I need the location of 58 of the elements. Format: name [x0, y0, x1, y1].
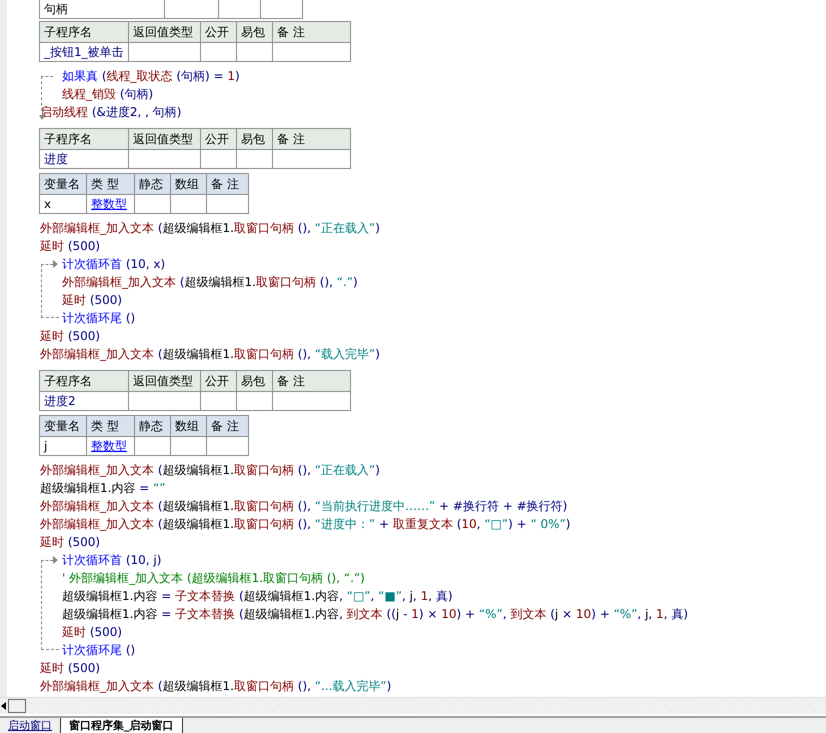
column-header: 易包	[236, 128, 272, 150]
column-header: 数组	[170, 174, 206, 194]
column-header: 数组	[170, 416, 206, 436]
column-header: 备 注	[206, 416, 248, 436]
code-line: 计次循环首 (10, x)	[62, 256, 166, 273]
variable-name: j	[40, 436, 86, 456]
column-header: 备 注	[272, 22, 350, 42]
column-header: 静态	[134, 174, 170, 194]
type-link[interactable]: 整数型	[86, 436, 134, 456]
column-header: 子程序名	[40, 370, 128, 392]
code-line: 外部编辑框_加入文本 (超级编辑框1.取窗口句柄 (), “载入完毕”)	[40, 346, 381, 363]
column-header: 变量名	[40, 416, 86, 436]
column-header: 变量名	[40, 174, 86, 194]
column-header: 返回值类型	[128, 370, 200, 392]
code-line: 延时 (500)	[40, 238, 102, 255]
variable-name: x	[40, 194, 86, 214]
code-line: 超级编辑框1.内容 = 子文本替换 (超级编辑框1.内容, 到文本 ((j - 1) × 10) + “%”, 到文本 (j × 10) + “%”, j, 1, 真)	[62, 606, 688, 623]
code-line: 外部编辑框_加入文本 (超级编辑框1.取窗口句柄 (), “当前执行进度中……” + #换行符 + #换行符)	[40, 498, 568, 515]
code-line: 延时 (500)	[40, 660, 102, 677]
subroutine-name: 进度	[40, 150, 128, 168]
column-header: 类 型	[86, 174, 134, 194]
code-line: 外部编辑框_加入文本 (超级编辑框1.取窗口句柄 (), “进度中：” + 取重复文本 (10, “□”) + “ 0%”)	[40, 516, 572, 533]
column-header: 备 注	[272, 370, 350, 392]
code-line: 如果真 (线程_取状态 (句柄) = 1)	[62, 68, 240, 85]
column-header: 子程序名	[40, 128, 128, 150]
subroutine-name: _按钮1_被单击	[40, 42, 128, 62]
code-line: 延时 (500)	[40, 534, 102, 551]
scrollbar-thumb[interactable]	[8, 699, 26, 713]
column-header: 备 注	[206, 174, 248, 194]
column-header: 公开	[200, 128, 236, 150]
code-line: 外部编辑框_加入文本 (超级编辑框1.取窗口句柄 (), “...载入完毕”)	[40, 678, 392, 695]
code-line: 超级编辑框1.内容 = “”	[40, 480, 167, 497]
column-header: 返回值类型	[128, 22, 200, 42]
column-header: 静态	[134, 416, 170, 436]
code-line: 计次循环首 (10, j)	[62, 552, 162, 569]
code-line: 外部编辑框_加入文本 (超级编辑框1.取窗口句柄 (), “正在载入”)	[40, 462, 381, 479]
code-line: 外部编辑框_加入文本 (超级编辑框1.取窗口句柄 (), “正在载入”)	[40, 220, 381, 237]
column-header: 公开	[200, 370, 236, 392]
column-header: 子程序名	[40, 22, 128, 42]
code-line: 计次循环尾 ()	[62, 642, 136, 659]
subroutine-name: 进度2	[40, 392, 128, 410]
column-header: 类 型	[86, 416, 134, 436]
code-line: 计次循环尾 ()	[62, 310, 136, 327]
code-line: 外部编辑框_加入文本 (超级编辑框1.取窗口句柄 (), “.”)	[62, 274, 358, 291]
code-line: 延时 (500)	[62, 624, 124, 641]
column-header: 备 注	[272, 128, 350, 150]
type-link[interactable]: 整数型	[86, 194, 134, 214]
table-cell: 句柄	[40, 0, 164, 18]
code-line: 超级编辑框1.内容 = 子文本替换 (超级编辑框1.内容, “□”, “■”, j, 1, 真)	[62, 588, 454, 605]
code-line: ' 外部编辑框_加入文本 (超级编辑框1.取窗口句柄 (), “.”)	[62, 570, 366, 587]
code-line: 延时 (500)	[62, 292, 124, 309]
column-header: 返回值类型	[128, 128, 200, 150]
code-line: 线程_销毁 (句柄)	[62, 86, 154, 103]
column-header: 公开	[200, 22, 236, 42]
editor-tab[interactable]: 窗口程序集_启动窗口	[61, 718, 182, 733]
code-line: 延时 (500)	[40, 328, 102, 345]
column-header: 易包	[236, 22, 272, 42]
column-header: 易包	[236, 370, 272, 392]
